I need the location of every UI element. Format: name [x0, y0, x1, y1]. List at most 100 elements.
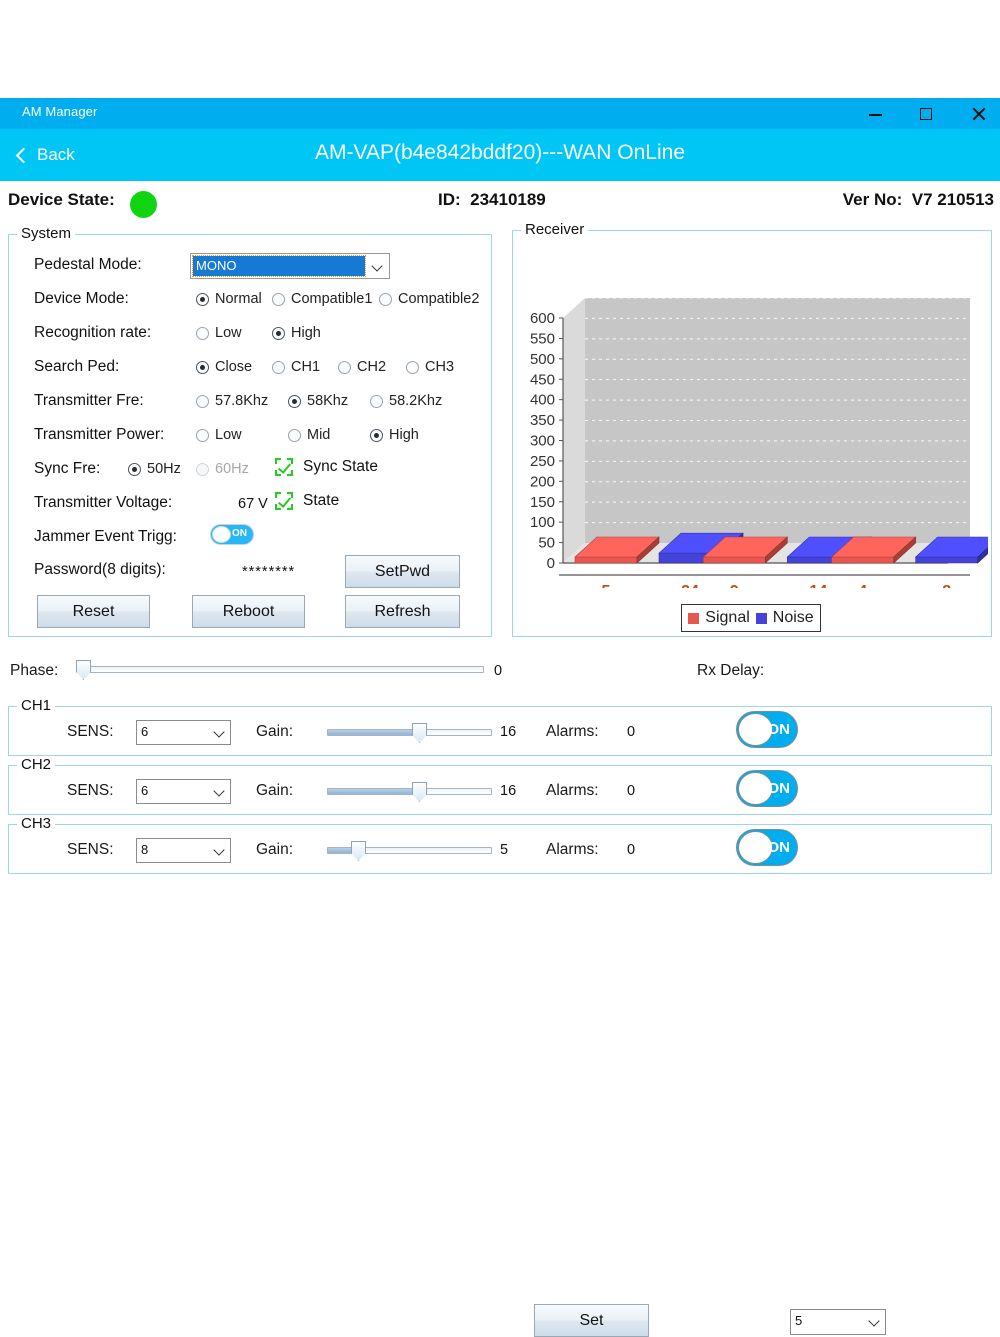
radio-label: CH3 [425, 359, 454, 375]
radio-dot-icon [288, 429, 301, 442]
jammer-event-toggle[interactable]: ON [210, 524, 254, 545]
set-button[interactable]: Set [534, 1304, 649, 1337]
status-row: Device State: ID: 23410189 Ver No: V7 21… [0, 190, 1000, 226]
radio-dot-icon [272, 361, 285, 374]
chevron-down-icon [213, 726, 224, 737]
alarms-value-ch2: 0 [627, 783, 635, 799]
radio-search-ped-ch3[interactable]: CH3 [406, 359, 454, 375]
radio-transmitter-fre-582[interactable]: 58.2Khz [370, 393, 442, 409]
radio-dot-icon [128, 463, 141, 476]
radio-label: Compatible1 [291, 291, 372, 307]
channel-toggle-ch2[interactable]: ON [736, 770, 798, 807]
sens-select-ch1[interactable]: 6 [136, 720, 231, 745]
radio-transmitter-power-high[interactable]: High [370, 427, 419, 443]
svg-text:400: 400 [530, 392, 555, 409]
checkbox-state[interactable]: State [275, 492, 339, 510]
channel-panel-ch2: CH2 SENS: 6 Gain: 16 Alarms: 0 ON [8, 765, 992, 815]
radio-recognition-low[interactable]: Low [196, 325, 242, 341]
radio-dot-icon [196, 361, 209, 374]
device-state-led [130, 191, 157, 218]
radio-dot-icon [272, 327, 285, 340]
radio-label: CH1 [291, 359, 320, 375]
device-id-label: ID: [438, 190, 461, 209]
phase-slider-track[interactable] [84, 666, 484, 673]
checkbox-sync-state[interactable]: Sync State [275, 458, 378, 476]
gain-value-ch2: 16 [500, 783, 516, 799]
radio-search-ped-ch2[interactable]: CH2 [338, 359, 386, 375]
channel-toggle-state-ch1: ON [768, 721, 791, 738]
close-button[interactable] [955, 98, 1000, 129]
password-label: Password(8 digits): [34, 561, 166, 579]
radio-search-ped-ch1[interactable]: CH1 [272, 359, 320, 375]
radio-sync-fre-60hz[interactable]: 60Hz [196, 461, 249, 477]
radio-label: 60Hz [215, 461, 249, 477]
radio-dot-icon [196, 293, 209, 306]
alarms-label-ch2: Alarms: [546, 782, 599, 800]
radio-transmitter-power-low[interactable]: Low [196, 427, 242, 443]
transmitter-voltage-label: Transmitter Voltage: [34, 494, 172, 512]
pedestal-mode-select[interactable]: MONO [190, 253, 390, 279]
svg-text:450: 450 [530, 371, 555, 388]
sens-select-ch2[interactable]: 6 [136, 779, 231, 804]
phase-slider-thumb[interactable] [76, 660, 91, 680]
channel-toggle-ch1[interactable]: ON [736, 711, 798, 748]
sens-select-ch3[interactable]: 8 [136, 838, 231, 863]
channel-toggle-state-ch3: ON [768, 839, 791, 856]
svg-text:50: 50 [538, 535, 555, 552]
check-icon [275, 492, 293, 510]
gain-value-ch1: 16 [500, 724, 516, 740]
channel-panel-ch1: CH1 SENS: 6 Gain: 16 Alarms: 0 ON [8, 706, 992, 756]
minimize-button[interactable] [852, 98, 898, 129]
gain-label-ch2: Gain: [256, 782, 293, 800]
radio-device-mode-compatible2[interactable]: Compatible2 [379, 291, 479, 307]
gain-slider-fill-ch1 [328, 730, 419, 735]
device-id: ID: 23410189 [438, 190, 546, 210]
gain-slider-track-ch2[interactable] [327, 788, 492, 795]
radio-transmitter-power-mid[interactable]: Mid [288, 427, 330, 443]
sync-fre-label: Sync Fre: [34, 460, 100, 478]
radio-transmitter-fre-58[interactable]: 58Khz [288, 393, 348, 409]
sens-label-ch2: SENS: [67, 782, 114, 800]
rx-delay-label: Rx Delay: [697, 662, 764, 680]
radio-label: Compatible2 [398, 291, 479, 307]
legend-label-signal: Signal [705, 609, 749, 627]
svg-text:500: 500 [530, 351, 555, 368]
radio-transmitter-fre-578[interactable]: 57.8Khz [196, 393, 268, 409]
radio-device-mode-compatible1[interactable]: Compatible1 [272, 291, 372, 307]
radio-dot-icon [272, 293, 285, 306]
gain-slider-track-ch1[interactable] [327, 729, 492, 736]
set-password-button[interactable]: SetPwd [345, 555, 460, 588]
radio-sync-fre-50hz[interactable]: 50Hz [128, 461, 181, 477]
radio-label: 58Khz [307, 393, 348, 409]
refresh-button[interactable]: Refresh [345, 595, 460, 628]
radio-dot-icon [196, 395, 209, 408]
device-title: AM-VAP(b4e842bddf20)---WAN OnLine [0, 141, 1000, 165]
gain-slider-thumb-ch1[interactable] [412, 723, 427, 743]
maximize-button[interactable] [903, 98, 949, 129]
version-info: Ver No: V7 210513 [843, 190, 994, 210]
radio-label: High [389, 427, 419, 443]
window-title-bar: AM Manager [0, 98, 1000, 129]
sens-label-ch3: SENS: [67, 841, 114, 859]
gain-slider-thumb-ch3[interactable] [351, 841, 366, 861]
svg-text:350: 350 [530, 412, 555, 429]
reboot-button[interactable]: Reboot [192, 595, 305, 628]
device-mode-label: Device Mode: [34, 290, 129, 308]
radio-search-ped-close[interactable]: Close [196, 359, 252, 375]
sens-label-ch1: SENS: [67, 723, 114, 741]
gain-slider-fill-ch3 [328, 848, 351, 853]
radio-device-mode-normal[interactable]: Normal [196, 291, 262, 307]
rx-delay-select[interactable]: 5 [790, 1309, 886, 1335]
close-icon [971, 106, 986, 121]
radio-label: 57.8Khz [215, 393, 268, 409]
radio-dot-icon [370, 395, 383, 408]
svg-text:24: 24 [681, 583, 699, 588]
channel-toggle-ch3[interactable]: ON [736, 829, 798, 866]
svg-text:9: 9 [730, 583, 739, 588]
legend-swatch-signal [688, 613, 699, 624]
reset-button[interactable]: Reset [37, 595, 150, 628]
radio-recognition-high[interactable]: High [272, 325, 321, 341]
radio-dot-icon [379, 293, 392, 306]
svg-text:100: 100 [530, 514, 555, 531]
gain-slider-thumb-ch2[interactable] [412, 782, 427, 802]
